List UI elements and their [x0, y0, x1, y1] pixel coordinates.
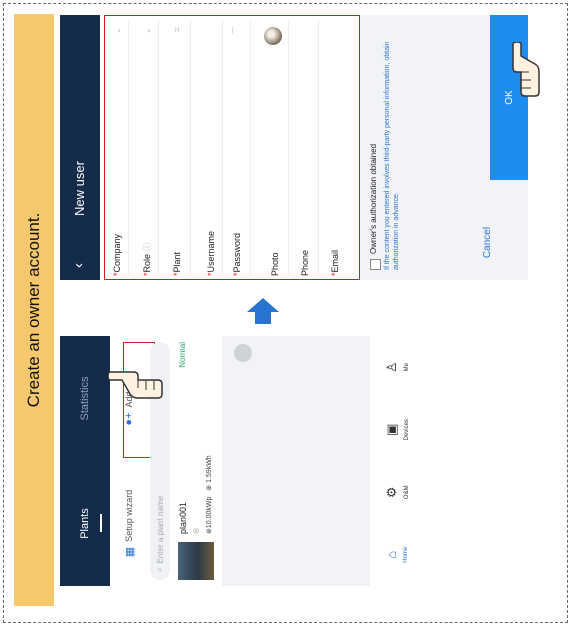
plant-status: Normal [178, 342, 187, 368]
person-icon: ♙ [384, 361, 399, 374]
energy-icon: ⊛ [206, 484, 213, 491]
floating-action-icon[interactable] [234, 344, 252, 362]
phone-label: Phone [300, 249, 310, 276]
nav-om[interactable]: ⚙ O&M [370, 461, 528, 524]
tab-plants[interactable]: Plants [60, 461, 110, 586]
avatar[interactable] [264, 27, 282, 45]
photo-field[interactable]: Photo [264, 19, 282, 276]
arrow-up-icon [247, 298, 279, 324]
privacy-note: If the content you entered involves thir… [384, 41, 400, 270]
plant-name: plan001 [178, 501, 188, 534]
plant-stats: ⊛10.00kWp ⊛ 1.59kWh [205, 455, 213, 534]
divider [222, 19, 223, 276]
username-label: Username [206, 230, 216, 273]
location-icon: ◎ [193, 527, 200, 534]
bottom-nav: ⌂ Home ⚙ O&M ▣ Devices ♙ Me [370, 336, 528, 586]
role-field[interactable]: *Roleⓘ ⌄ [142, 19, 153, 276]
email-field[interactable]: *Email [330, 19, 340, 276]
nav-home[interactable]: ⌂ Home [370, 524, 528, 587]
plant-list-item[interactable]: plan001 ◎ ⊛10.00kWp ⊛ 1.59kWh Normal [172, 336, 222, 586]
search-icon: ⌕ [155, 567, 164, 572]
nav-home-label: Home [403, 546, 409, 563]
wizard-icon: ▦ [123, 546, 136, 558]
divider [318, 19, 319, 276]
scan-icon[interactable]: ⌗ [172, 27, 183, 32]
phone-field[interactable]: Phone [300, 19, 310, 276]
owner-authorization-label: Owner's authorization obtained [369, 143, 378, 254]
capacity-icon: ⊛ [206, 528, 213, 534]
pointing-hand-icon [108, 371, 163, 399]
password-label: Password [232, 232, 242, 273]
devices-icon: ▣ [384, 423, 399, 436]
pointing-hand-icon [512, 42, 540, 97]
divider [128, 19, 129, 276]
photo-label: Photo [270, 252, 280, 276]
home-icon: ⌂ [384, 550, 399, 559]
plant-field[interactable]: *Plant ⌗ [172, 19, 182, 276]
setup-wizard-button[interactable]: ▦ Setup wizard [110, 461, 148, 586]
page-title: New user [72, 161, 87, 216]
chevron-down-icon: ⌄ [112, 27, 122, 35]
plant-label: Plant [172, 251, 182, 273]
plants-body [222, 336, 370, 586]
password-field[interactable]: *Password ⁀ [232, 19, 242, 276]
new-user-screen: ‹ New user *Company ⌄ *Roleⓘ ⌄ *Plant ⌗ *Us… [60, 15, 528, 280]
plant-capacity: 10.00kWp [206, 496, 213, 529]
cancel-button[interactable]: Cancel [465, 205, 509, 280]
company-label: Company [112, 233, 122, 273]
divider [158, 19, 159, 276]
owner-authorization-checkbox[interactable] [370, 259, 381, 270]
chevron-down-icon: ⌄ [142, 27, 152, 35]
divider [288, 19, 289, 276]
nav-me[interactable]: ♙ Me [370, 336, 528, 399]
nav-om-label: O&M [404, 485, 410, 500]
help-icon[interactable]: ⓘ [143, 243, 152, 251]
instruction-banner: Create an owner account. [14, 14, 54, 606]
role-label: Role [142, 253, 152, 273]
plant-thumbnail [178, 542, 214, 580]
username-field[interactable]: *Username [206, 19, 216, 276]
company-field[interactable]: *Company ⌄ [112, 19, 122, 276]
setup-wizard-label: Setup wizard [124, 489, 134, 542]
search-placeholder: Enter a plant name [155, 495, 165, 564]
divider [250, 19, 251, 276]
instruction-text: Create an owner account. [24, 212, 43, 408]
divider [190, 19, 191, 276]
om-icon: ⚙ [384, 486, 399, 499]
email-label: Email [330, 249, 340, 273]
tab-statistics[interactable]: Statistics [60, 336, 110, 461]
nav-devices[interactable]: ▣ Devices [370, 399, 528, 462]
nav-devices-label: Devices [404, 419, 410, 441]
plant-energy: 1.59kWh [206, 455, 213, 483]
nav-me-label: Me [404, 363, 410, 372]
back-chevron-icon[interactable]: ‹ [70, 263, 87, 268]
eye-hidden-icon[interactable]: ⁀ [232, 27, 243, 34]
new-user-header: ‹ New user [60, 15, 100, 280]
plants-tab-bar: Plants Statistics [60, 336, 110, 586]
